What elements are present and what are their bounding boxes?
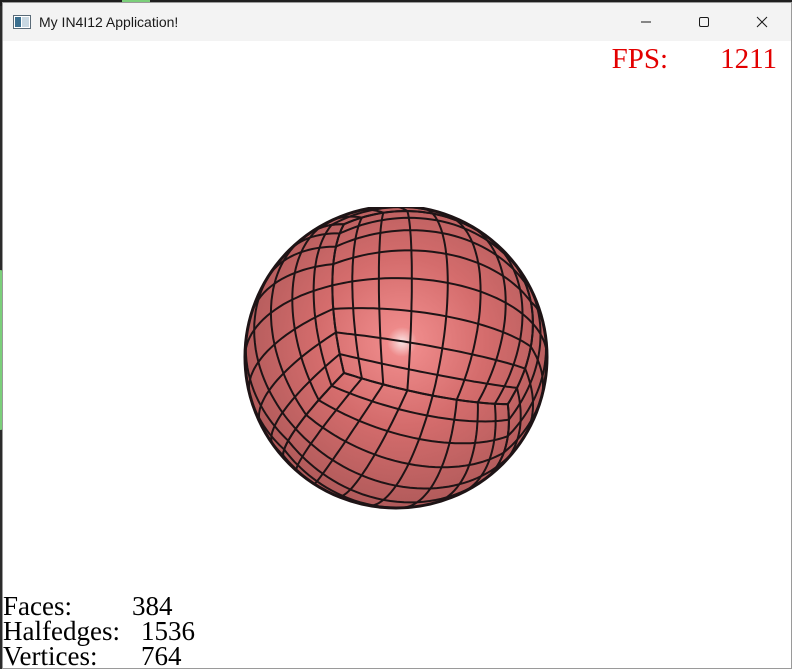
fps-label: FPS: bbox=[611, 43, 669, 75]
fps-counter: FPS: 1211 bbox=[612, 43, 777, 76]
stat-value: 764 bbox=[141, 641, 182, 669]
render-viewport[interactable]: FPS: 1211 Faces: 384 Halfedges: 1536 Ver… bbox=[3, 41, 791, 668]
fps-value: 1211 bbox=[720, 43, 777, 75]
minimize-icon bbox=[641, 21, 651, 23]
maximize-button[interactable] bbox=[675, 3, 733, 41]
mesh-stats: Faces: 384 Halfedges: 1536 Vertices: 764 bbox=[3, 593, 195, 669]
close-button[interactable] bbox=[733, 3, 791, 41]
window-controls bbox=[617, 3, 791, 41]
window-title: My IN4I12 Application! bbox=[39, 14, 179, 30]
stat-label: Vertices: bbox=[3, 641, 98, 669]
app-window: My IN4I12 Application! FPS: 1211 Faces: … bbox=[2, 2, 792, 669]
app-icon bbox=[13, 15, 31, 29]
sphere-mesh[interactable] bbox=[241, 207, 551, 517]
title-bar[interactable]: My IN4I12 Application! bbox=[3, 3, 791, 41]
stat-vertices: Vertices: 764 bbox=[3, 641, 195, 669]
minimize-button[interactable] bbox=[617, 3, 675, 41]
maximize-icon bbox=[699, 17, 709, 27]
close-icon bbox=[756, 16, 768, 28]
